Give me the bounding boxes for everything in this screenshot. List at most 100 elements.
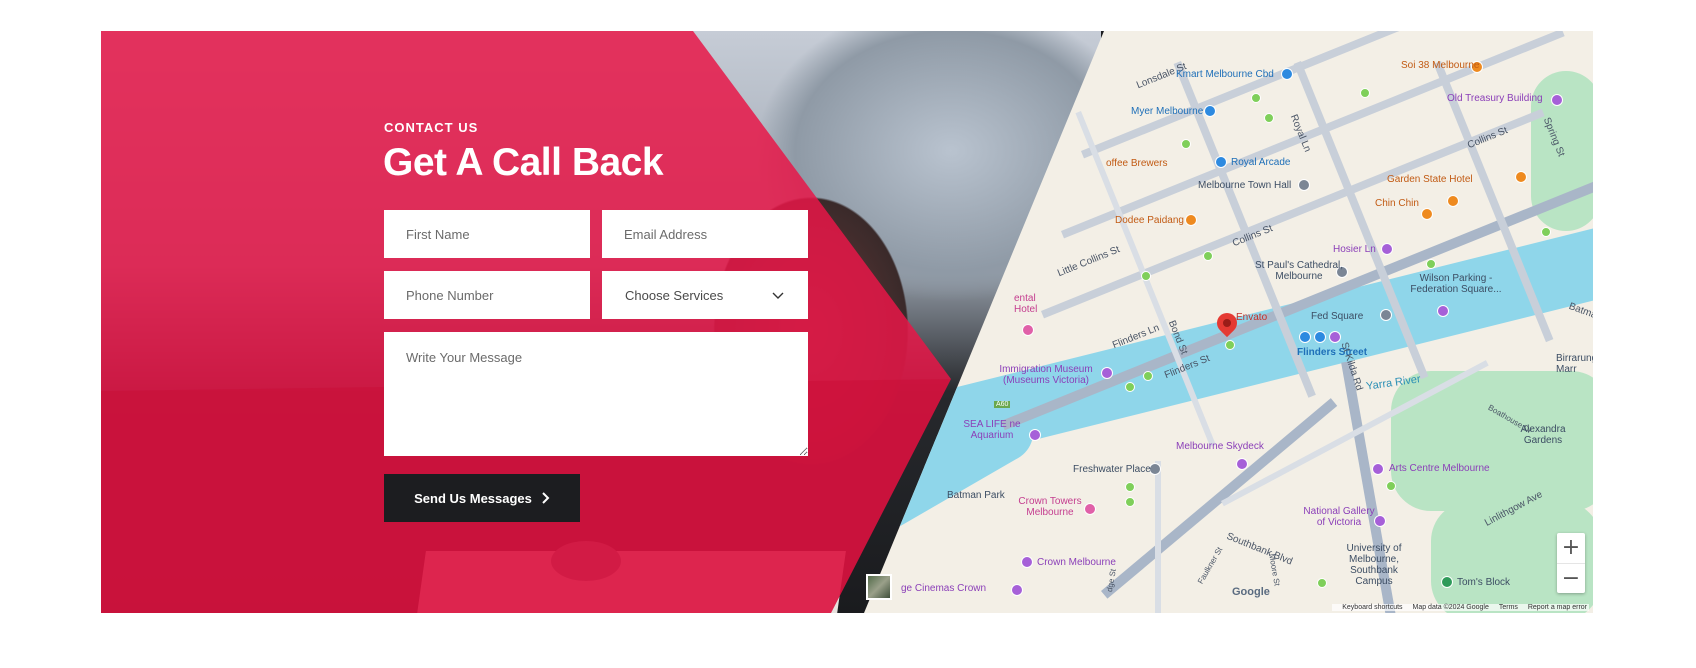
poi-label: Soi 38 Melbourne — [1401, 60, 1480, 71]
poi-label: St Paul's Cathedral, Melbourne — [1254, 260, 1344, 282]
phone-input[interactable] — [384, 271, 590, 319]
map-footer: Keyboard shortcuts Map data ©2024 Google… — [1332, 604, 1589, 611]
poi-label: Melbourne Skydeck — [1176, 441, 1264, 452]
poi-label: Crown Melbourne — [1037, 557, 1116, 568]
tram-stop-icon — [1541, 227, 1551, 237]
poi-label: Old Treasury Building — [1447, 93, 1543, 104]
services-select[interactable]: Choose Services — [602, 271, 808, 319]
restaurant-icon[interactable] — [1515, 171, 1527, 183]
chevron-right-icon — [542, 492, 550, 504]
shopping-icon[interactable] — [1215, 156, 1227, 168]
arts-centre-icon[interactable] — [1372, 463, 1384, 475]
tram-stop-icon — [1251, 93, 1261, 103]
section-eyebrow: CONTACT US — [384, 120, 479, 135]
poi-label: Birrarung Marr — [1556, 353, 1593, 375]
restaurant-icon[interactable] — [1421, 208, 1433, 220]
road-badge: A60 — [994, 401, 1011, 408]
send-message-label: Send Us Messages — [414, 490, 532, 506]
hotel-icon[interactable] — [1084, 503, 1096, 515]
shopping-icon[interactable] — [1204, 105, 1216, 117]
poi-label: Alexandra Gardens — [1520, 424, 1566, 446]
email-input[interactable] — [602, 210, 808, 258]
street-label: Little Collins St — [1056, 244, 1122, 280]
landmark-icon[interactable] — [1381, 243, 1393, 255]
road — [1101, 398, 1338, 599]
tram-stop-icon — [1386, 481, 1396, 491]
tram-stop-icon — [1143, 371, 1153, 381]
tram-stop-icon — [1317, 578, 1327, 588]
poi-label: National Gallery of Victoria — [1303, 506, 1375, 528]
street-label: Collins St — [1466, 125, 1510, 152]
poi-label: Melbourne Town Hall — [1198, 180, 1292, 191]
tram-stop-icon — [1264, 113, 1274, 123]
pin-label: Envato — [1236, 312, 1268, 323]
cinema-icon[interactable] — [1011, 584, 1023, 596]
building-icon[interactable] — [1298, 179, 1310, 191]
terms-link[interactable]: Terms — [1499, 604, 1518, 611]
poi-label: ge Cinemas Crown — [901, 583, 987, 594]
services-select-value: Choose Services — [625, 287, 724, 303]
casino-icon[interactable] — [1021, 556, 1033, 568]
restaurant-icon[interactable] — [1185, 214, 1197, 226]
tram-stop-icon — [1141, 271, 1151, 281]
zoom-out-button[interactable]: − — [1557, 563, 1585, 594]
tram-stop-icon — [1125, 382, 1135, 392]
tram-stop-icon — [1360, 88, 1370, 98]
poi-label: Crown Towers Melbourne — [1018, 496, 1082, 518]
satellite-toggle[interactable] — [866, 574, 892, 600]
tram-stop-icon — [1203, 251, 1213, 261]
poi-label: University of Melbourne, Southbank Campu… — [1346, 543, 1402, 587]
zoom-in-button[interactable]: + — [1557, 533, 1585, 563]
street-label: Faulkner St — [1196, 545, 1225, 586]
street-label: Southbank Blvd — [1224, 531, 1294, 568]
poi-label: Chin Chin — [1375, 198, 1419, 209]
restaurant-icon[interactable] — [1447, 195, 1459, 207]
tram-stop-icon — [1125, 497, 1135, 507]
poi-label: Kmart Melbourne Cbd — [1176, 69, 1274, 80]
road — [1155, 461, 1161, 613]
train-station-icon[interactable] — [1299, 331, 1311, 343]
poi-label: ental Hotel — [1014, 293, 1038, 315]
first-name-input[interactable] — [384, 210, 590, 258]
section-title: Get A Call Back — [383, 141, 664, 184]
zoom-controls: + − — [1557, 533, 1585, 593]
poi-label: Arts Centre Melbourne — [1389, 463, 1490, 474]
hotel-icon[interactable] — [1022, 324, 1034, 336]
poi-label: SEA LIFE ne Aquarium — [963, 419, 1021, 441]
keyboard-shortcuts-link[interactable]: Keyboard shortcuts — [1342, 604, 1402, 611]
landmark-icon[interactable] — [1236, 458, 1248, 470]
train-station-icon[interactable] — [1314, 331, 1326, 343]
poi-label: Fed Square — [1311, 311, 1364, 322]
poi-label: offee Brewers — [1106, 158, 1168, 169]
museum-icon[interactable] — [1101, 367, 1113, 379]
poi-label: Hosier Ln — [1333, 244, 1376, 255]
report-error-link[interactable]: Report a map error — [1528, 604, 1587, 611]
train-station-icon[interactable] — [1329, 331, 1341, 343]
tram-stop-icon — [1225, 340, 1235, 350]
map-data-text: Map data ©2024 Google — [1412, 604, 1489, 611]
poi-label: Dodee Paidang — [1115, 215, 1184, 226]
building-icon[interactable] — [1441, 576, 1453, 588]
shopping-icon[interactable] — [1281, 68, 1293, 80]
poi-label: Tom's Block — [1457, 577, 1511, 588]
tram-stop-icon — [1181, 139, 1191, 149]
landmark-icon[interactable] — [1551, 94, 1563, 106]
chevron-down-icon — [772, 292, 784, 299]
building-icon[interactable] — [1380, 309, 1392, 321]
station-label: Flinders Street — [1297, 347, 1368, 358]
poi-label: Immigration Museum (Museums Victoria) — [999, 364, 1093, 386]
poi-label: Freshwater Place — [1073, 464, 1151, 475]
aquarium-icon[interactable] — [1029, 429, 1041, 441]
poi-label: Batman Park — [947, 490, 1005, 501]
parking-icon[interactable] — [1437, 305, 1449, 317]
send-message-button[interactable]: Send Us Messages — [384, 474, 580, 522]
street-label: Batman — [1567, 301, 1593, 324]
poi-label: Royal Arcade — [1231, 157, 1291, 168]
poi-label: Garden State Hotel — [1387, 174, 1473, 185]
google-logo: Google — [1232, 586, 1270, 598]
poi-label: Myer Melbourne — [1131, 106, 1204, 117]
poi-label: Wilson Parking - Federation Square... — [1410, 273, 1502, 295]
contact-section: Lonsdale St Kmart Melbourne Cbd Soi 38 M… — [101, 31, 1593, 613]
tram-stop-icon — [1125, 482, 1135, 492]
message-textarea[interactable] — [384, 332, 808, 456]
